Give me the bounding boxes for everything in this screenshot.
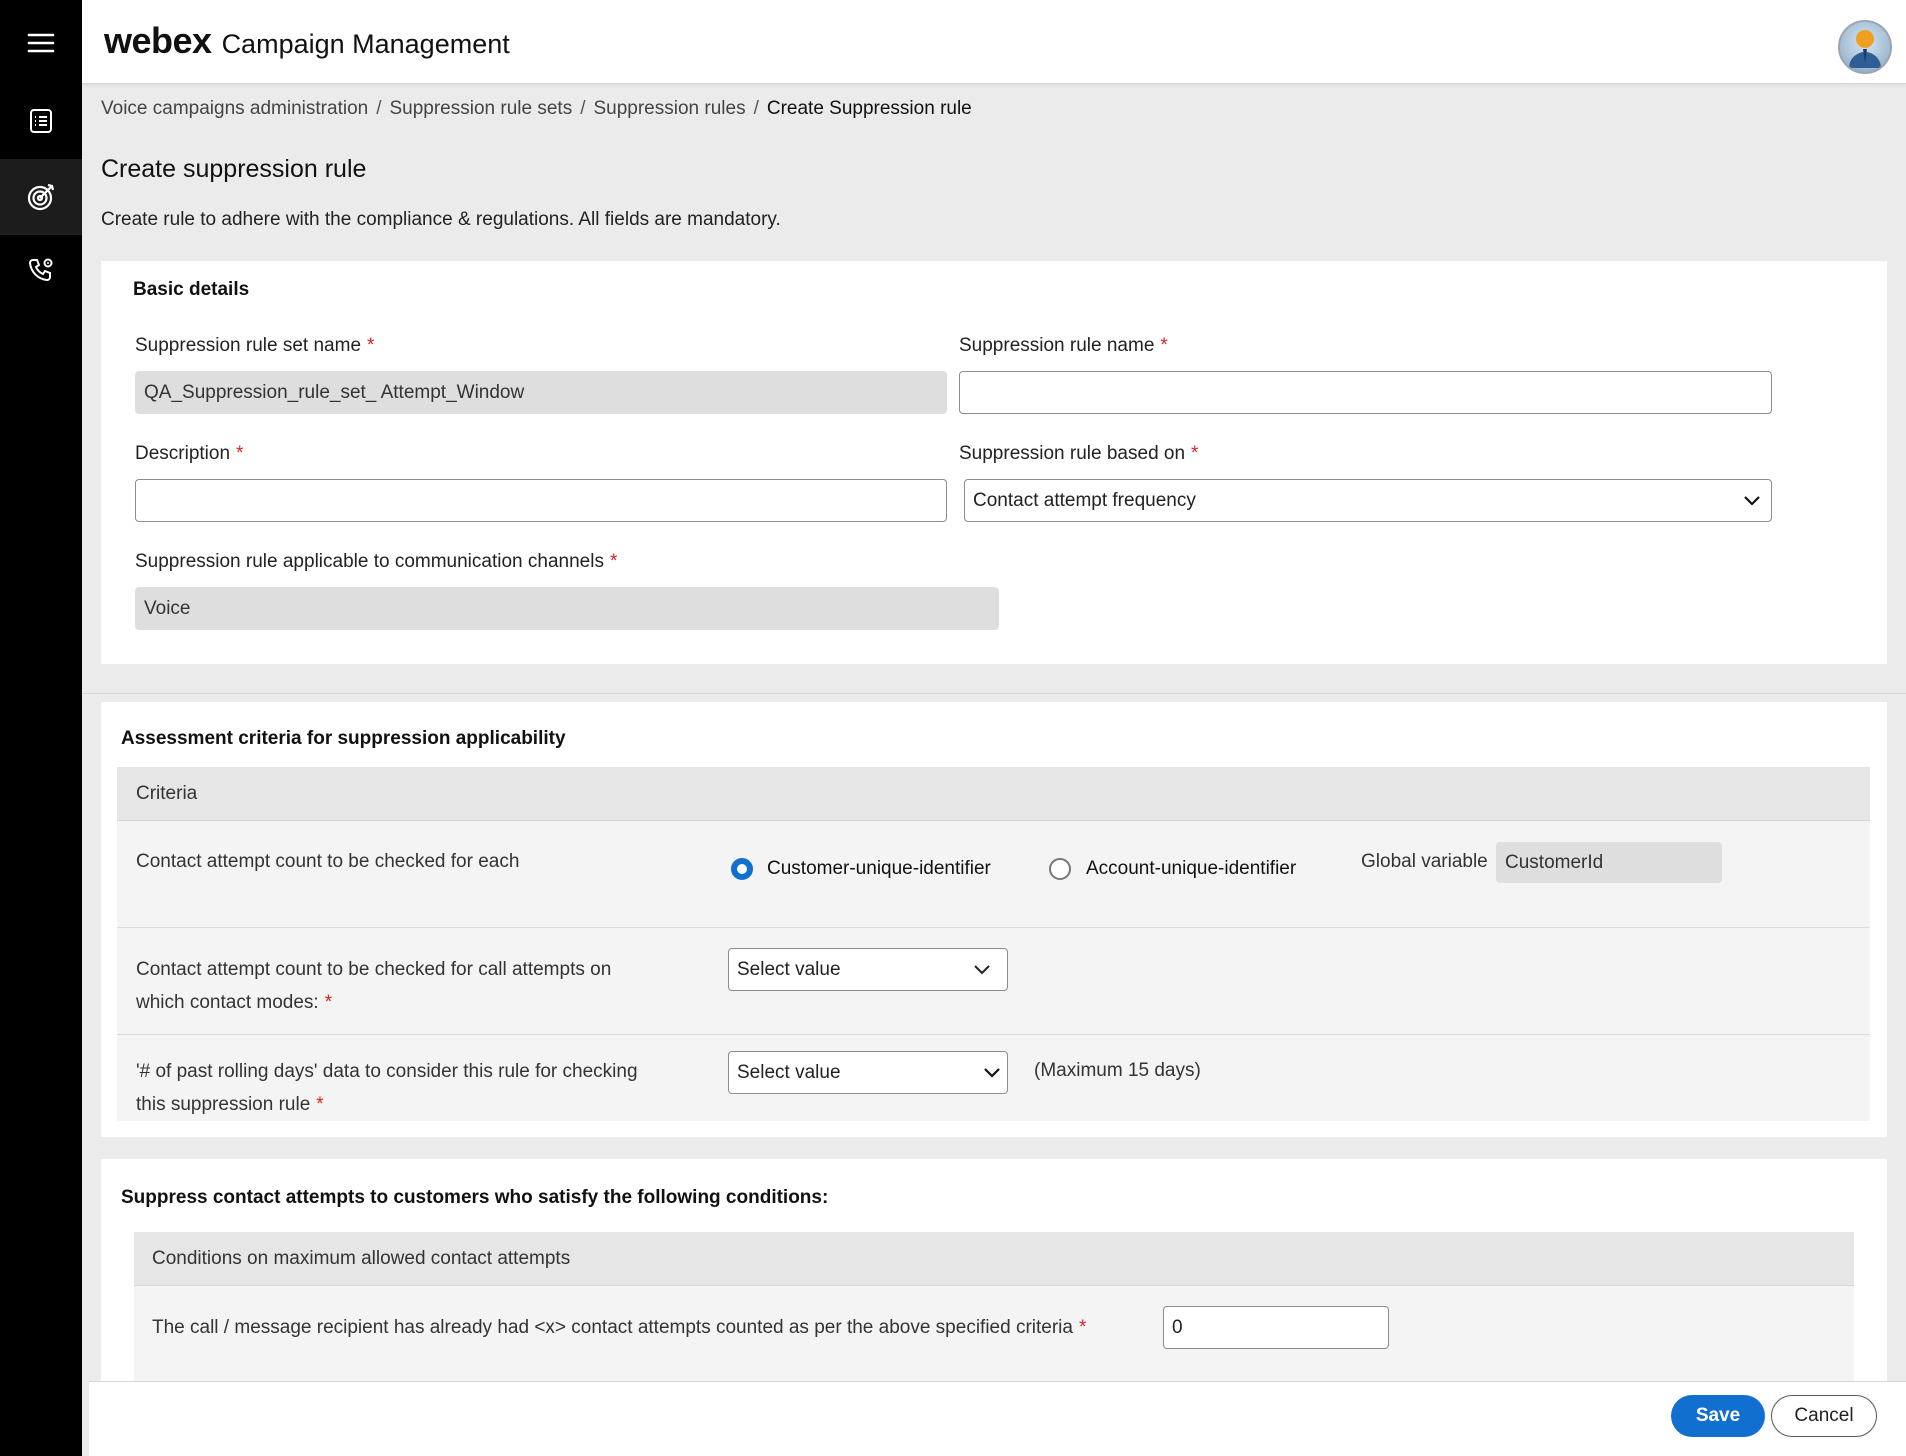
chevron-down-icon: [974, 964, 990, 974]
rule-set-name-field: QA_Suppression_rule_set_ Attempt_Window: [135, 371, 947, 414]
breadcrumb-current: Create Suppression rule: [766, 98, 972, 119]
required-marker: *: [236, 443, 244, 464]
menu-button[interactable]: [0, 5, 82, 81]
page-title: Create suppression rule: [101, 155, 367, 183]
description-input[interactable]: [135, 479, 947, 522]
rule-name-label-text: Suppression rule name: [959, 335, 1155, 356]
max-attempts-input[interactable]: 0: [1163, 1306, 1389, 1349]
rule-name-label: Suppression rule name *: [959, 335, 1168, 357]
rolling-days-label-line1: '# of past rolling days' data to conside…: [136, 1061, 638, 1082]
user-avatar-icon: [1849, 30, 1881, 68]
webex-logo: webex: [104, 20, 212, 61]
brand: webex Campaign Management: [104, 20, 510, 62]
rule-name-input[interactable]: [959, 371, 1772, 414]
breadcrumb-separator: /: [376, 98, 382, 119]
criteria-table-header: Criteria: [117, 767, 1870, 821]
breadcrumb: Voice campaigns administration / Suppressi…: [101, 98, 972, 120]
contact-modes-label: Contact attempt count to be checked for …: [136, 953, 611, 1019]
contact-modes-label-line1: Contact attempt count to be checked for …: [136, 959, 612, 980]
channels-label: Suppression rule applicable to communica…: [135, 551, 617, 573]
contact-modes-label-line2-wrap: which contact modes: *: [136, 986, 611, 1019]
nav-campaigns-button[interactable]: [0, 83, 82, 159]
target-icon: [27, 183, 55, 211]
list-icon: [30, 109, 52, 133]
based-on-label-text: Suppression rule based on: [959, 443, 1186, 464]
required-marker: *: [316, 1094, 324, 1115]
conditions-header-text: Conditions on maximum allowed contact at…: [152, 1247, 571, 1269]
rolling-days-label-line2: this suppression rule: [136, 1094, 311, 1115]
conditions-table-header: Conditions on maximum allowed contact at…: [134, 1232, 1854, 1286]
criteria-header-text: Criteria: [136, 782, 198, 804]
based-on-value: Contact attempt frequency: [973, 489, 1196, 511]
save-button[interactable]: Save: [1671, 1395, 1765, 1437]
basic-details-title: Basic details: [133, 279, 250, 300]
page-description: Create rule to adhere with the complianc…: [101, 209, 781, 230]
action-footer: [89, 1381, 1906, 1456]
customer-identifier-radio-option[interactable]: Customer-unique-identifier: [731, 852, 991, 885]
required-marker: *: [324, 992, 333, 1013]
breadcrumb-separator: /: [753, 98, 759, 119]
identifier-row-label: Contact attempt count to be checked for …: [136, 851, 520, 872]
global-variable-label: Global variable: [1361, 851, 1488, 872]
based-on-label: Suppression rule based on *: [959, 443, 1198, 465]
based-on-select[interactable]: Contact attempt frequency: [964, 479, 1772, 522]
account-identifier-radio[interactable]: [1049, 857, 1071, 880]
channels-field: Voice: [135, 587, 999, 630]
app-name: Campaign Management: [221, 29, 510, 59]
required-marker: *: [609, 551, 618, 572]
channels-label-text: Suppression rule applicable to communica…: [135, 551, 604, 572]
breadcrumb-rules[interactable]: Suppression rules: [593, 98, 745, 119]
description-label-text: Description: [135, 443, 231, 464]
rule-set-name-label-text: Suppression rule set name: [135, 335, 362, 356]
required-marker: *: [1191, 443, 1199, 464]
rule-set-name-label: Suppression rule set name *: [135, 335, 374, 357]
rolling-days-select[interactable]: Select value: [728, 1051, 1008, 1094]
customer-identifier-label: Customer-unique-identifier: [767, 858, 991, 879]
description-label: Description *: [135, 443, 243, 465]
account-identifier-label: Account-unique-identifier: [1086, 858, 1297, 879]
breadcrumb-voice-campaigns[interactable]: Voice campaigns administration: [101, 98, 368, 119]
required-marker: *: [1160, 335, 1168, 356]
chevron-down-icon: [984, 1067, 1000, 1078]
global-variable-field: CustomerId: [1496, 842, 1722, 883]
max-attempts-label-text: The call / message recipient has already…: [152, 1317, 1073, 1338]
assessment-title: Assessment criteria for suppression appl…: [121, 728, 566, 749]
breadcrumb-separator: /: [580, 98, 586, 119]
nav-voice-settings-button[interactable]: [0, 232, 82, 308]
rolling-days-label-line2-wrap: this suppression rule *: [136, 1088, 638, 1121]
nav-suppression-button[interactable]: [0, 159, 82, 235]
menu-icon: [27, 33, 55, 53]
required-marker: *: [1078, 1317, 1087, 1338]
rolling-days-select-value: Select value: [737, 1061, 841, 1083]
chevron-down-icon: [1744, 495, 1760, 506]
rolling-days-hint: (Maximum 15 days): [1034, 1060, 1201, 1081]
required-marker: *: [367, 335, 375, 356]
customer-identifier-radio[interactable]: [731, 857, 753, 880]
app-header: webex Campaign Management: [82, 0, 1906, 84]
cancel-button[interactable]: Cancel: [1771, 1395, 1877, 1437]
section-divider: [82, 693, 1906, 694]
user-avatar[interactable]: [1838, 20, 1892, 74]
rolling-days-label: '# of past rolling days' data to conside…: [136, 1055, 638, 1121]
account-identifier-radio-option[interactable]: Account-unique-identifier: [1049, 852, 1296, 885]
max-attempts-label: The call / message recipient has already…: [152, 1311, 1086, 1344]
breadcrumb-rule-sets[interactable]: Suppression rule sets: [389, 98, 572, 119]
phone-settings-icon: [28, 258, 53, 282]
left-nav-rail: [0, 0, 82, 1456]
contact-modes-label-line2: which contact modes:: [136, 992, 319, 1013]
conditions-title: Suppress contact attempts to customers w…: [121, 1187, 829, 1208]
contact-modes-select-value: Select value: [737, 958, 841, 980]
contact-modes-select[interactable]: Select value: [728, 948, 1008, 991]
